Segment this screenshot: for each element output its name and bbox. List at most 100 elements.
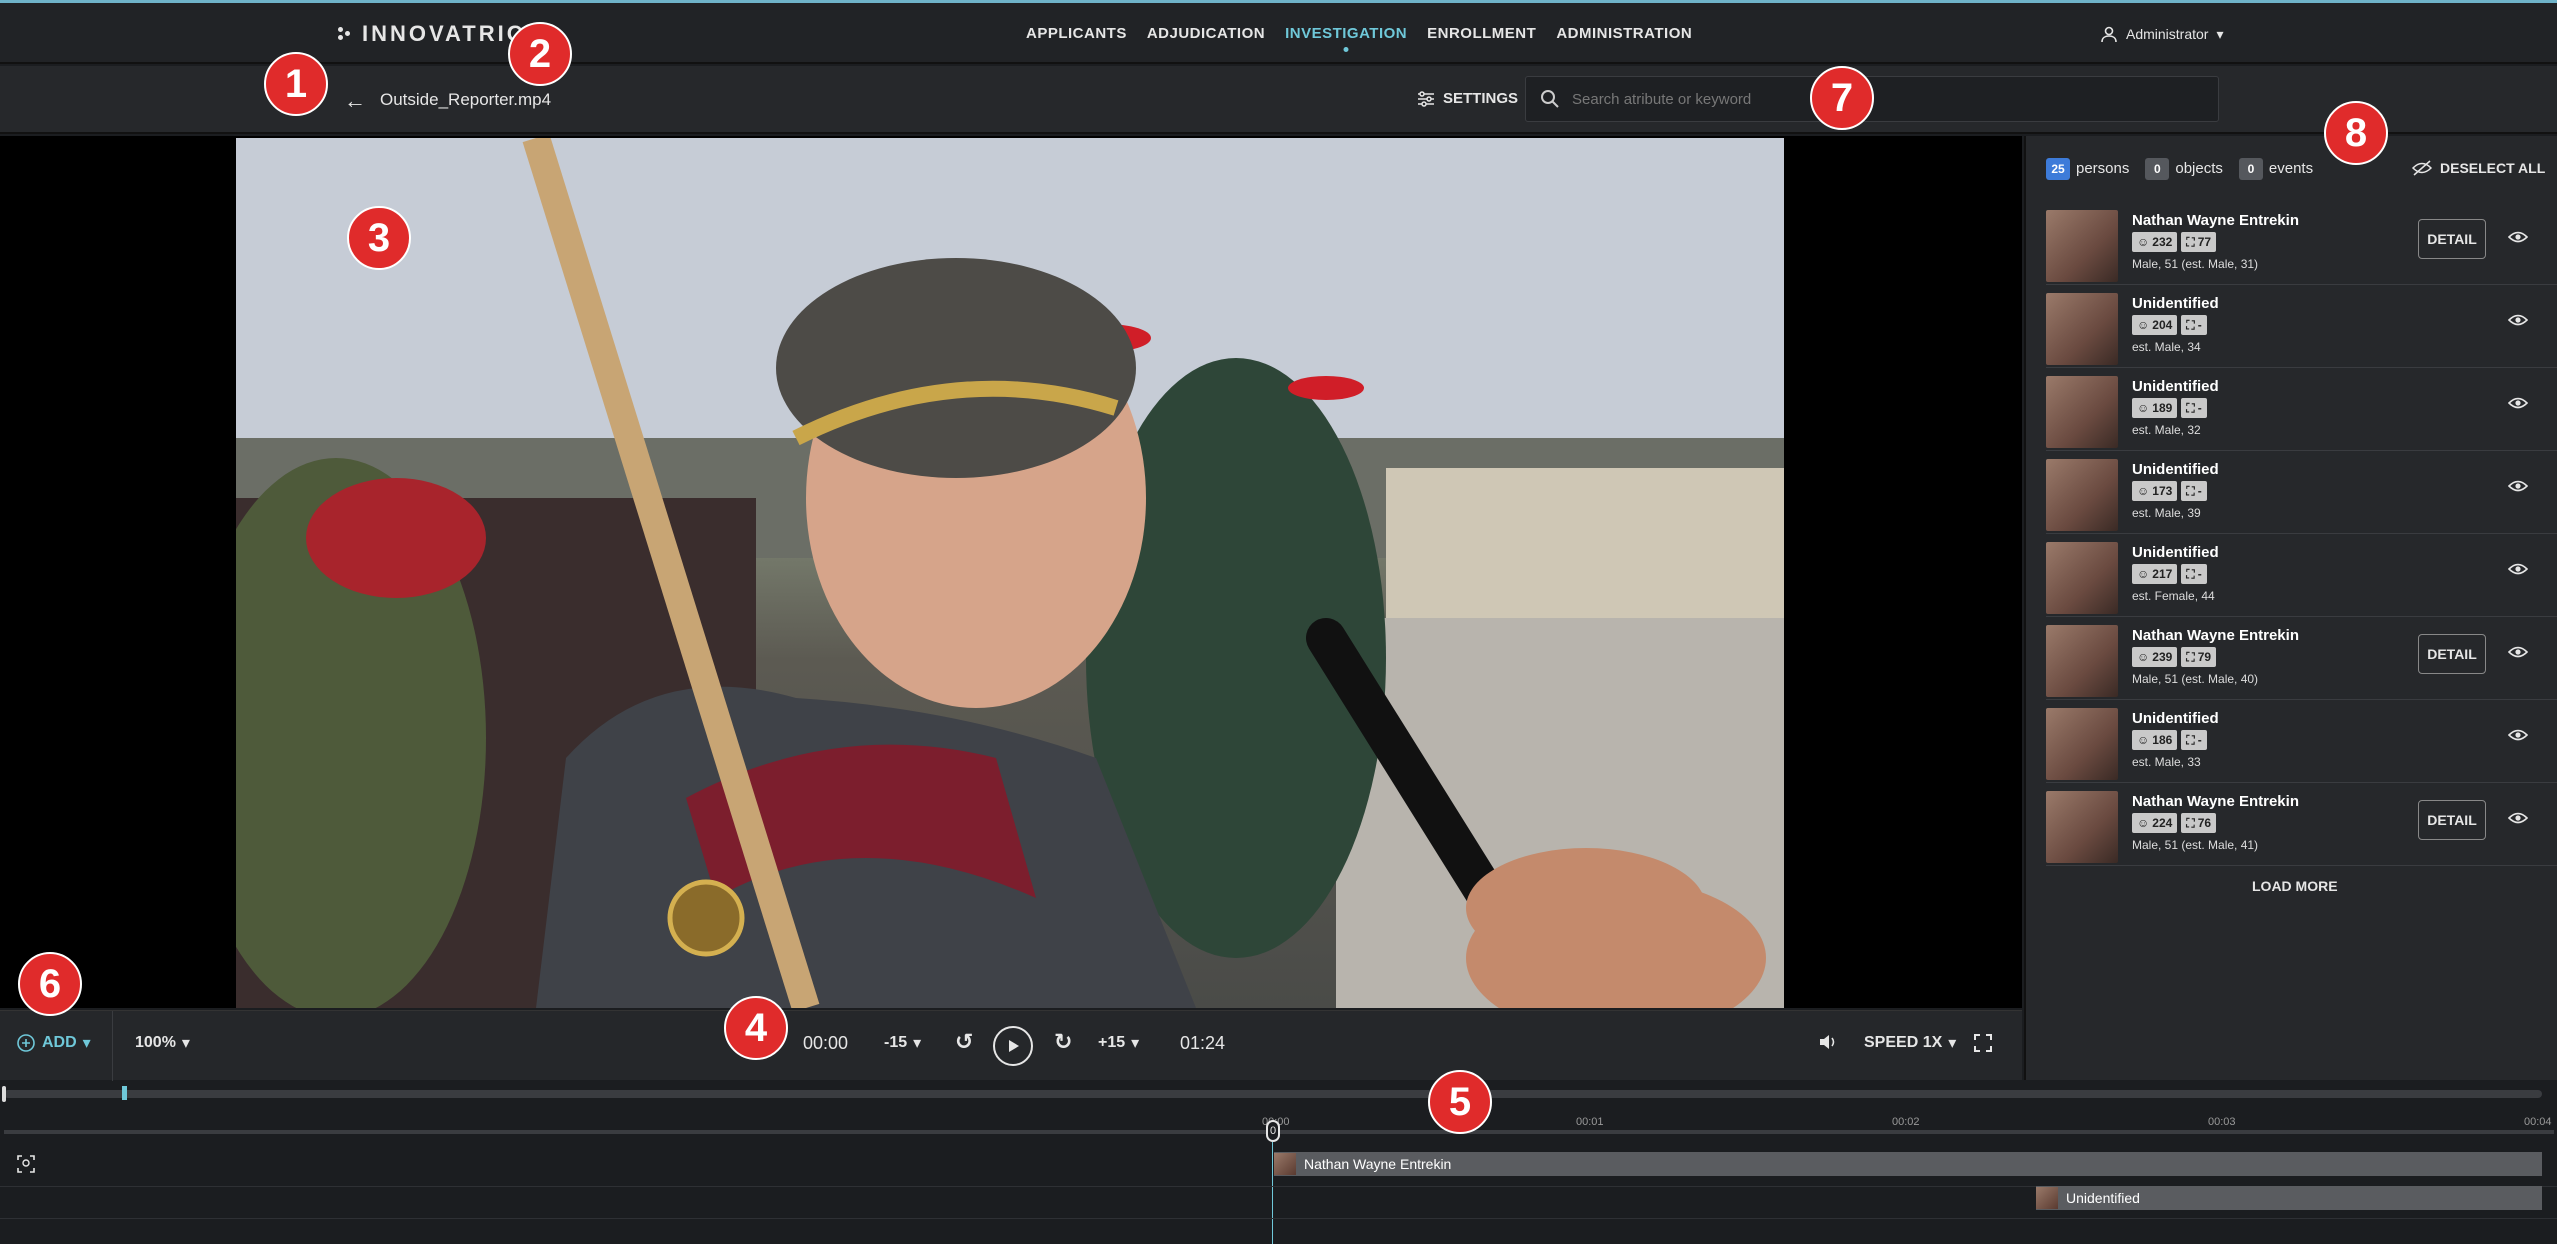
person-row[interactable]: Nathan Wayne Entrekin ☺ 239 ⛶ 79 Male, 51 (es…	[2046, 617, 2557, 700]
chevron-down-icon: ▾	[1948, 1035, 1957, 1052]
face-icon: ☺	[2137, 484, 2150, 498]
forward-icon[interactable]: ↻	[1054, 1029, 1072, 1055]
person-thumbnail	[2046, 376, 2118, 448]
tick-label: 00:01	[1576, 1116, 1604, 1128]
scrub-window-marker[interactable]	[122, 1086, 127, 1100]
play-icon	[1009, 1040, 1019, 1052]
eye-icon[interactable]	[2507, 562, 2529, 581]
chevron-down-icon: ▾	[2216, 25, 2224, 42]
zoom-select[interactable]: 100% ▾	[135, 1033, 190, 1053]
person-row[interactable]: Unidentified ☺ 186 ⛶ - est. Male, 33	[2046, 700, 2557, 783]
person-stats: ☺ 224 ⛶ 76	[2132, 813, 2217, 833]
load-more-button[interactable]: LOAD MORE	[2252, 878, 2338, 894]
detail-button[interactable]: DETAIL	[2418, 800, 2486, 840]
eye-icon[interactable]	[2507, 728, 2529, 747]
face-icon: ☺	[2137, 567, 2150, 581]
person-description: est. Male, 34	[2132, 340, 2201, 354]
back-arrow-icon[interactable]: ←	[344, 88, 366, 114]
user-name: Administrator	[2126, 26, 2209, 42]
person-stats: ☺ 217 ⛶ -	[2132, 564, 2207, 584]
nav-investigation[interactable]: INVESTIGATION	[1285, 25, 1407, 42]
user-menu[interactable]: Administrator ▾	[2100, 25, 2224, 43]
filter-objects[interactable]: 0 objects	[2145, 158, 2223, 180]
duration: 01:24	[1180, 1033, 1225, 1054]
person-stats: ☺ 232 ⛶ 77	[2132, 232, 2217, 252]
eye-icon[interactable]	[2507, 313, 2529, 332]
match-score-badge: ⛶ -	[2181, 564, 2207, 584]
face-icon: ☺	[2137, 733, 2150, 747]
playhead-handle[interactable]: 0	[1266, 1120, 1280, 1142]
settings-button[interactable]: SETTINGS	[1417, 90, 1518, 107]
objects-count: 0	[2145, 158, 2170, 180]
playback-controls: ADD ▾ 100% ▾ 00:00 -15 ▾ ↺ ↻ +15 ▾ 01:24…	[0, 1010, 2022, 1081]
face-count: 224	[2152, 816, 2173, 830]
person-row[interactable]: Unidentified ☺ 204 ⛶ - est. Male, 34	[2046, 285, 2557, 368]
lane-label: Unidentified	[2066, 1190, 2140, 1206]
detail-button[interactable]: DETAIL	[2418, 634, 2486, 674]
person-thumbnail	[2046, 459, 2118, 531]
filter-events[interactable]: 0 events	[2238, 158, 2313, 180]
detail-button[interactable]: DETAIL	[2418, 219, 2486, 259]
logo-icon	[338, 27, 352, 41]
speed-select[interactable]: SPEED 1X ▾	[1864, 1033, 1956, 1053]
back-step-select[interactable]: -15 ▾	[884, 1033, 921, 1053]
current-time-value: 00:00	[803, 1033, 849, 1053]
user-icon	[2101, 26, 2117, 43]
eye-icon[interactable]	[2507, 645, 2529, 664]
nav-applicants[interactable]: APPLICANTS	[1026, 25, 1127, 42]
eye-icon[interactable]	[2507, 396, 2529, 415]
person-description: Male, 51 (est. Male, 31)	[2132, 257, 2259, 271]
scan-icon: ⛶	[2186, 816, 2195, 830]
person-description: Male, 51 (est. Male, 41)	[2132, 838, 2259, 852]
timeline-lane[interactable]: Unidentified	[2036, 1186, 2542, 1210]
match-score: 79	[2197, 650, 2212, 664]
annotation-badge: 1	[264, 52, 328, 116]
person-stats: ☺ 189 ⛶ -	[2132, 398, 2207, 418]
face-count: 217	[2152, 567, 2173, 581]
person-row[interactable]: Nathan Wayne Entrekin ☺ 224 ⛶ 76 Male, 51 (es…	[2046, 783, 2557, 866]
match-score: 77	[2197, 235, 2212, 249]
chevron-down-icon: ▾	[181, 1035, 190, 1052]
face-count: 173	[2152, 484, 2173, 498]
fullscreen-icon[interactable]	[1973, 1033, 1993, 1053]
scrub-track[interactable]	[4, 1090, 2542, 1098]
eye-icon[interactable]	[2507, 811, 2529, 830]
face-detect-icon[interactable]	[16, 1154, 36, 1179]
video-frame[interactable]	[236, 138, 1784, 1008]
match-score-badge: ⛶ 76	[2181, 813, 2217, 833]
chevron-down-icon: ▾	[82, 1035, 91, 1052]
rewind-icon[interactable]: ↺	[955, 1029, 973, 1055]
file-name: Outside_Reporter.mp4	[380, 90, 552, 109]
face-count: 239	[2152, 650, 2173, 664]
scrub-start-handle[interactable]	[2, 1086, 6, 1102]
lane-thumbnail	[2036, 1187, 2058, 1209]
volume-icon[interactable]	[1818, 1033, 1838, 1051]
person-name: Unidentified	[2132, 710, 2219, 727]
face-icon: ☺	[2137, 650, 2150, 664]
top-navigation-bar: INNOVATRICS APPLICANTS ADJUDICATION INVE…	[0, 0, 2557, 64]
play-button[interactable]	[993, 1026, 1033, 1066]
face-icon: ☺	[2137, 235, 2150, 249]
nav-enrollment[interactable]: ENROLLMENT	[1427, 25, 1536, 42]
fwd-step-select[interactable]: +15 ▾	[1098, 1033, 1139, 1053]
timeline-lane[interactable]: Nathan Wayne Entrekin	[1274, 1152, 2542, 1176]
face-count-badge: ☺ 217	[2132, 564, 2178, 584]
tick-label: 00:02	[1892, 1116, 1920, 1128]
nav-administration[interactable]: ADMINISTRATION	[1556, 25, 1692, 42]
person-row[interactable]: Unidentified ☺ 217 ⛶ - est. Female, 44	[2046, 534, 2557, 617]
person-thumbnail	[2046, 791, 2118, 863]
person-row[interactable]: Unidentified ☺ 173 ⛶ - est. Male, 39	[2046, 451, 2557, 534]
person-row[interactable]: Nathan Wayne Entrekin ☺ 232 ⛶ 77 Male, 51 (es…	[2046, 202, 2557, 285]
deselect-all-button[interactable]: DESELECT ALL	[2412, 160, 2545, 176]
chevron-down-icon: ▾	[1131, 1035, 1140, 1052]
person-description: est. Male, 33	[2132, 755, 2201, 769]
sliders-icon	[1418, 90, 1434, 107]
filter-persons[interactable]: 25 persons	[2046, 158, 2129, 180]
person-row[interactable]: Unidentified ☺ 189 ⛶ - est. Male, 32	[2046, 368, 2557, 451]
eye-icon[interactable]	[2507, 230, 2529, 249]
chevron-down-icon: ▾	[913, 1035, 922, 1052]
nav-adjudication[interactable]: ADJUDICATION	[1147, 25, 1265, 42]
scan-icon: ⛶	[2186, 567, 2195, 581]
eye-icon[interactable]	[2507, 479, 2529, 498]
add-button[interactable]: ADD ▾	[16, 1033, 91, 1053]
